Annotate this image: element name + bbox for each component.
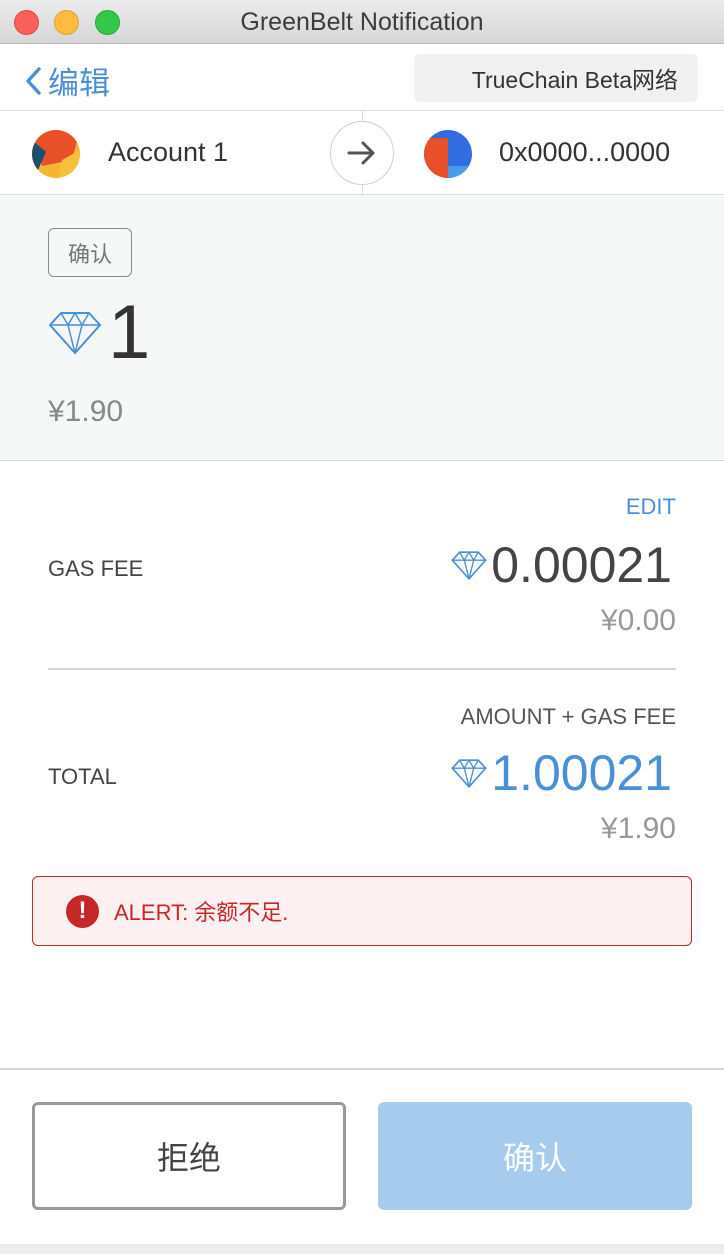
window-bottom-edge bbox=[0, 1244, 724, 1254]
transaction-fiat: ¥1.90 bbox=[48, 395, 124, 428]
diamond-icon bbox=[451, 550, 488, 580]
arrow-right-icon bbox=[330, 121, 394, 185]
transaction-summary: 确认 1 ¥1.90 bbox=[0, 195, 724, 461]
total-value: 1.00021 bbox=[491, 745, 672, 801]
amount-row: 1 bbox=[48, 295, 150, 371]
gas-fee-value-row: 0.00021 bbox=[451, 540, 672, 590]
diamond-icon bbox=[48, 311, 102, 355]
network-label: TrueChain Beta网络 bbox=[471, 67, 678, 93]
divider bbox=[48, 668, 676, 670]
gas-fee-fiat: ¥0.00 bbox=[600, 604, 676, 637]
window-titlebar: GreenBelt Notification bbox=[0, 0, 724, 44]
total-label: TOTAL bbox=[48, 764, 117, 789]
chevron-left-icon bbox=[26, 66, 41, 95]
from-account-name: Account 1 bbox=[108, 137, 229, 167]
diamond-icon bbox=[451, 758, 488, 788]
total-value-row: 1.00021 bbox=[451, 748, 672, 798]
to-address: 0x0000...0000 bbox=[499, 137, 671, 167]
to-account-avatar bbox=[424, 130, 472, 178]
status-badge: 确认 bbox=[48, 228, 132, 277]
network-selector[interactable]: TrueChain Beta网络 bbox=[414, 54, 698, 102]
alert-icon: ! bbox=[66, 894, 99, 928]
gas-fee-label: GAS FEE bbox=[48, 556, 144, 581]
window-title: GreenBelt Notification bbox=[240, 8, 484, 36]
total-fiat: ¥1.90 bbox=[600, 812, 676, 845]
back-button[interactable]: 编辑 bbox=[24, 58, 110, 103]
accounts-row: Account 1 0x0000...0000 bbox=[0, 111, 724, 195]
divider bbox=[0, 1068, 724, 1070]
confirm-button[interactable]: 确认 bbox=[378, 1102, 692, 1210]
reject-button[interactable]: 拒绝 bbox=[32, 1102, 346, 1210]
insufficient-funds-alert: ! ALERT: 余额不足. bbox=[32, 876, 692, 946]
header: 编辑 TrueChain Beta网络 bbox=[0, 44, 724, 111]
alert-text: ALERT: 余额不足. bbox=[114, 900, 289, 925]
transaction-amount: 1 bbox=[108, 290, 151, 375]
amount-gas-label: AMOUNT + GAS FEE bbox=[460, 704, 676, 729]
gas-fee-value: 0.00021 bbox=[491, 537, 672, 593]
back-label: 编辑 bbox=[48, 66, 110, 101]
edit-gas-button[interactable]: EDIT bbox=[626, 494, 676, 520]
from-account-avatar bbox=[32, 130, 80, 178]
